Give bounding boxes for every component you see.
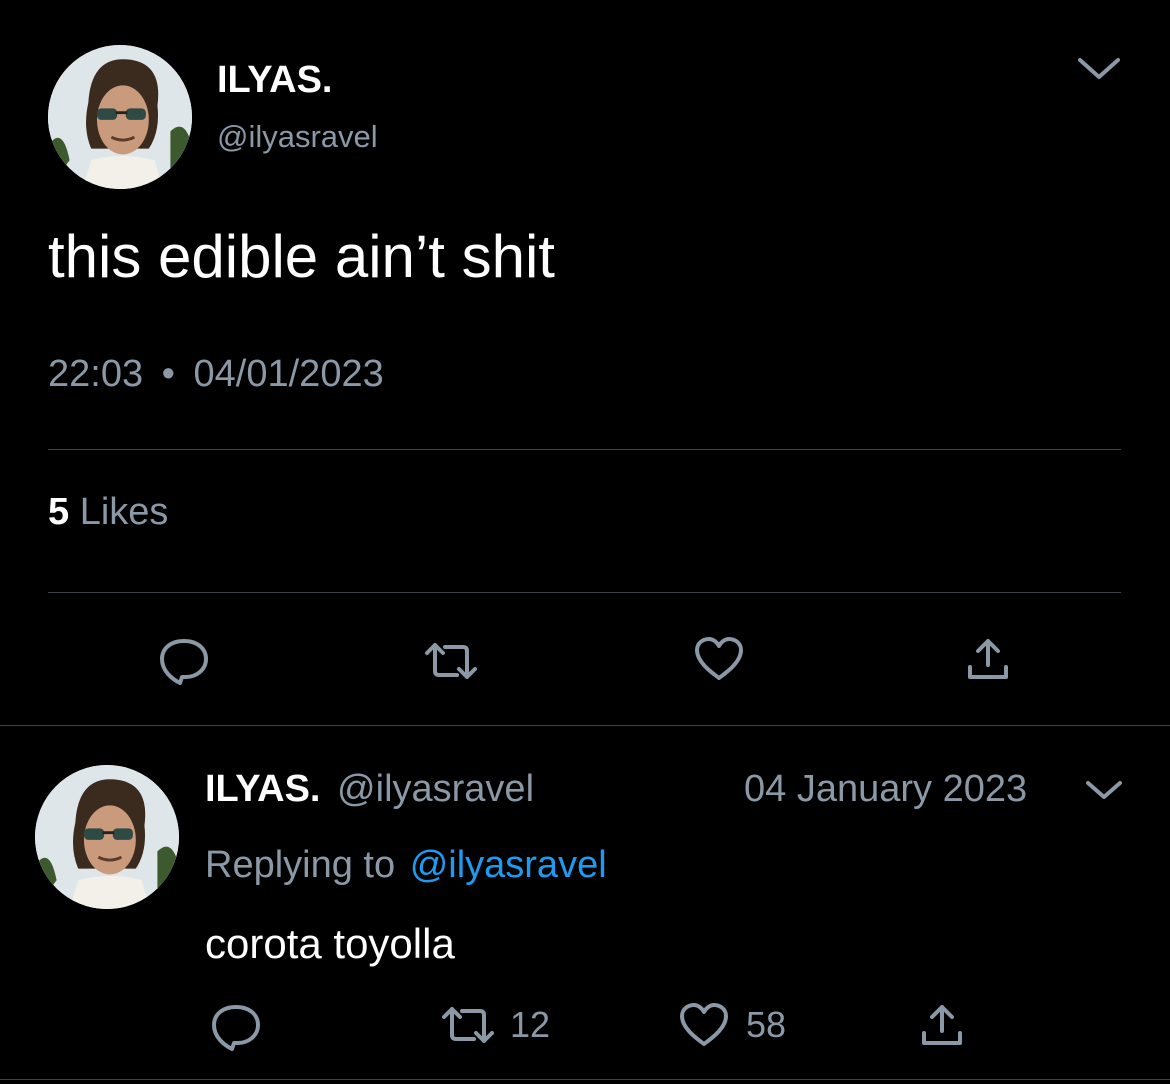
chevron-down-icon[interactable] [1082, 776, 1126, 804]
retweet-icon[interactable] [440, 1003, 496, 1047]
replying-to: Replying to @ilyasravel [205, 843, 607, 887]
divider [48, 592, 1121, 593]
retweet-count: 12 [510, 1004, 551, 1045]
tweet-text: this edible ain’t shit [48, 223, 555, 290]
share-icon[interactable] [962, 634, 1014, 684]
separator-dot: • [161, 353, 175, 395]
share-icon[interactable] [916, 1000, 968, 1050]
reply-header: ILYAS. @ilyasravel [205, 767, 534, 811]
likes-stat[interactable]: 5 Likes [48, 490, 168, 534]
reply-icon[interactable] [208, 1002, 264, 1052]
tweet-time[interactable]: 22:03 [48, 353, 143, 395]
likes-label: Likes [79, 491, 169, 533]
like-icon[interactable] [692, 634, 746, 684]
replying-to-handle[interactable]: @ilyasravel [410, 844, 607, 886]
like-action[interactable]: 58 [678, 1000, 786, 1050]
divider [48, 449, 1121, 450]
retweet-action[interactable]: 12 [440, 1002, 550, 1048]
avatar[interactable] [48, 45, 192, 189]
reply-icon[interactable] [156, 636, 212, 686]
display-name[interactable]: ILYAS. [217, 58, 332, 102]
divider [0, 725, 1170, 726]
reply-date[interactable]: 04 January 2023 [744, 767, 1027, 811]
handle[interactable]: @ilyasravel [337, 768, 534, 810]
like-count: 58 [746, 1004, 787, 1045]
tweet-date[interactable]: 04/01/2023 [194, 353, 384, 395]
handle[interactable]: @ilyasravel [217, 117, 378, 157]
like-icon[interactable] [678, 1002, 730, 1048]
chevron-down-icon[interactable] [1074, 52, 1124, 86]
retweet-icon[interactable] [422, 638, 480, 684]
divider [0, 1079, 1170, 1080]
avatar[interactable] [35, 765, 179, 909]
tweet-timestamp: 22:03 • 04/01/2023 [48, 352, 384, 396]
display-name[interactable]: ILYAS. [205, 768, 320, 810]
replying-to-label: Replying to [205, 844, 396, 886]
likes-count: 5 [48, 491, 70, 533]
reply-text: corota toyolla [205, 920, 455, 967]
